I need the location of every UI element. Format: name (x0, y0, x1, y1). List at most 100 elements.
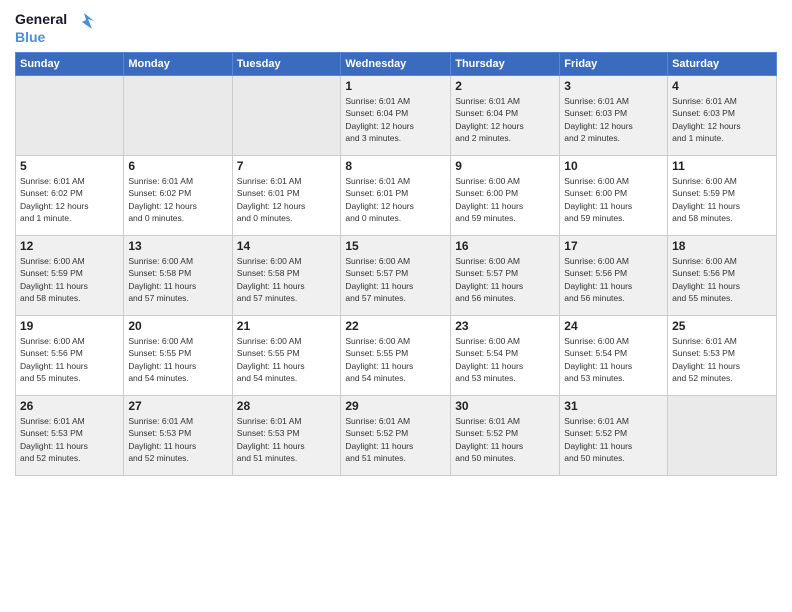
calendar-day-3: 3 Sunrise: 6:01 AM Sunset: 6:03 PM Daylig… (560, 75, 668, 155)
day-info: Sunrise: 6:00 AM Sunset: 5:55 PM Dayligh… (237, 335, 337, 384)
calendar-day-15: 15Sunrise: 6:00 AM Sunset: 5:57 PM Dayli… (341, 235, 451, 315)
calendar-day-18: 18 Sunrise: 6:00 AM Sunset: 5:56 PM Dayli… (668, 235, 777, 315)
calendar-day-21: 21 Sunrise: 6:00 AM Sunset: 5:55 PM Dayli… (232, 315, 341, 395)
header: General Blue (15, 10, 777, 46)
day-info: Sunrise: 6:01 AM Sunset: 6:01 PM Dayligh… (237, 175, 337, 224)
calendar-day-31: 31 Sunrise: 6:01 AM Sunset: 5:52 PM Dayli… (560, 395, 668, 475)
logo: General Blue (15, 10, 94, 46)
day-number: 27 (128, 399, 227, 413)
weekday-header-thursday: Thursday (451, 52, 560, 75)
weekday-header-sunday: Sunday (16, 52, 124, 75)
calendar-week-row: 19 Sunrise: 6:00 AM Sunset: 5:56 PM Dayli… (16, 315, 777, 395)
day-number: 18 (672, 239, 772, 253)
calendar-day-23: 23 Sunrise: 6:00 AM Sunset: 5:54 PM Dayli… (451, 315, 560, 395)
day-number: 9 (455, 159, 555, 173)
day-info: Sunrise: 6:00 AM Sunset: 5:56 PM Dayligh… (20, 335, 119, 384)
day-number: 31 (564, 399, 663, 413)
calendar-day-16: 16 Sunrise: 6:00 AM Sunset: 5:57 PM Dayli… (451, 235, 560, 315)
weekday-header-wednesday: Wednesday (341, 52, 451, 75)
day-number: 21 (237, 319, 337, 333)
day-info: Sunrise: 6:00 AM Sunset: 5:55 PM Dayligh… (345, 335, 446, 384)
weekday-header-row: SundayMondayTuesdayWednesdayThursdayFrid… (16, 52, 777, 75)
day-number: 1 (345, 79, 446, 93)
day-number: 5 (20, 159, 119, 173)
day-info: Sunrise: 6:01 AM Sunset: 6:04 PM Dayligh… (455, 95, 555, 144)
day-info: Sunrise: 6:01 AM Sunset: 5:53 PM Dayligh… (20, 415, 119, 464)
day-number: 20 (128, 319, 227, 333)
calendar-day-25: 25 Sunrise: 6:01 AM Sunset: 5:53 PM Dayli… (668, 315, 777, 395)
calendar-day-30: 30 Sunrise: 6:01 AM Sunset: 5:52 PM Dayli… (451, 395, 560, 475)
calendar-day-10: 10 Sunrise: 6:00 AM Sunset: 6:00 PM Dayli… (560, 155, 668, 235)
day-number: 24 (564, 319, 663, 333)
day-info: Sunrise: 6:00 AM Sunset: 6:00 PM Dayligh… (564, 175, 663, 224)
calendar-day-22: 22Sunrise: 6:00 AM Sunset: 5:55 PM Dayli… (341, 315, 451, 395)
day-number: 16 (455, 239, 555, 253)
day-number: 10 (564, 159, 663, 173)
day-number: 19 (20, 319, 119, 333)
day-number: 30 (455, 399, 555, 413)
day-number: 4 (672, 79, 772, 93)
day-info: Sunrise: 6:00 AM Sunset: 5:56 PM Dayligh… (672, 255, 772, 304)
day-info: Sunrise: 6:00 AM Sunset: 5:57 PM Dayligh… (455, 255, 555, 304)
day-info: Sunrise: 6:01 AM Sunset: 5:53 PM Dayligh… (237, 415, 337, 464)
day-info: Sunrise: 6:01 AM Sunset: 5:52 PM Dayligh… (455, 415, 555, 464)
calendar-day-empty (232, 75, 341, 155)
day-info: Sunrise: 6:00 AM Sunset: 5:58 PM Dayligh… (237, 255, 337, 304)
day-info: Sunrise: 6:00 AM Sunset: 5:56 PM Dayligh… (564, 255, 663, 304)
day-number: 12 (20, 239, 119, 253)
calendar-day-empty (124, 75, 232, 155)
day-number: 29 (345, 399, 446, 413)
weekday-header-saturday: Saturday (668, 52, 777, 75)
logo-container: General Blue (15, 10, 94, 46)
weekday-header-monday: Monday (124, 52, 232, 75)
calendar-day-28: 28 Sunrise: 6:01 AM Sunset: 5:53 PM Dayli… (232, 395, 341, 475)
calendar-day-7: 7 Sunrise: 6:01 AM Sunset: 6:01 PM Daylig… (232, 155, 341, 235)
logo-row: General (15, 10, 94, 29)
calendar-week-row: 26 Sunrise: 6:01 AM Sunset: 5:53 PM Dayli… (16, 395, 777, 475)
day-number: 25 (672, 319, 772, 333)
day-number: 8 (345, 159, 446, 173)
day-number: 6 (128, 159, 227, 173)
calendar-week-row: 5 Sunrise: 6:01 AM Sunset: 6:02 PM Daylig… (16, 155, 777, 235)
calendar-day-26: 26 Sunrise: 6:01 AM Sunset: 5:53 PM Dayli… (16, 395, 124, 475)
day-info: Sunrise: 6:01 AM Sunset: 5:53 PM Dayligh… (672, 335, 772, 384)
logo-bird-icon (74, 11, 94, 29)
calendar-day-17: 17Sunrise: 6:00 AM Sunset: 5:56 PM Dayli… (560, 235, 668, 315)
day-info: Sunrise: 6:01 AM Sunset: 5:52 PM Dayligh… (564, 415, 663, 464)
day-number: 11 (672, 159, 772, 173)
day-number: 28 (237, 399, 337, 413)
logo-blue-text: Blue (15, 29, 45, 46)
day-number: 26 (20, 399, 119, 413)
weekday-header-tuesday: Tuesday (232, 52, 341, 75)
calendar-day-2: 2Sunrise: 6:01 AM Sunset: 6:04 PM Daylig… (451, 75, 560, 155)
day-number: 7 (237, 159, 337, 173)
page: General Blue SundayMondayTuesdayWednesda… (0, 0, 792, 612)
calendar-day-19: 19 Sunrise: 6:00 AM Sunset: 5:56 PM Dayli… (16, 315, 124, 395)
day-number: 3 (564, 79, 663, 93)
day-number: 23 (455, 319, 555, 333)
day-info: Sunrise: 6:00 AM Sunset: 6:00 PM Dayligh… (455, 175, 555, 224)
calendar-day-5: 5 Sunrise: 6:01 AM Sunset: 6:02 PM Daylig… (16, 155, 124, 235)
day-info: Sunrise: 6:00 AM Sunset: 5:55 PM Dayligh… (128, 335, 227, 384)
calendar-day-4: 4Sunrise: 6:01 AM Sunset: 6:03 PM Daylig… (668, 75, 777, 155)
day-info: Sunrise: 6:00 AM Sunset: 5:54 PM Dayligh… (455, 335, 555, 384)
calendar-week-row: 12Sunrise: 6:00 AM Sunset: 5:59 PM Dayli… (16, 235, 777, 315)
day-info: Sunrise: 6:00 AM Sunset: 5:54 PM Dayligh… (564, 335, 663, 384)
calendar-day-27: 27Sunrise: 6:01 AM Sunset: 5:53 PM Dayli… (124, 395, 232, 475)
calendar-day-9: 9 Sunrise: 6:00 AM Sunset: 6:00 PM Daylig… (451, 155, 560, 235)
calendar-day-1: 1Sunrise: 6:01 AM Sunset: 6:04 PM Daylig… (341, 75, 451, 155)
day-info: Sunrise: 6:01 AM Sunset: 6:02 PM Dayligh… (128, 175, 227, 224)
calendar-day-24: 24 Sunrise: 6:00 AM Sunset: 5:54 PM Dayli… (560, 315, 668, 395)
day-info: Sunrise: 6:01 AM Sunset: 6:02 PM Dayligh… (20, 175, 119, 224)
calendar-day-12: 12Sunrise: 6:00 AM Sunset: 5:59 PM Dayli… (16, 235, 124, 315)
day-info: Sunrise: 6:00 AM Sunset: 5:58 PM Dayligh… (128, 255, 227, 304)
logo-general-text: General (15, 11, 67, 27)
calendar-table: SundayMondayTuesdayWednesdayThursdayFrid… (15, 52, 777, 476)
calendar-day-14: 14Sunrise: 6:00 AM Sunset: 5:58 PM Dayli… (232, 235, 341, 315)
day-info: Sunrise: 6:00 AM Sunset: 5:59 PM Dayligh… (672, 175, 772, 224)
calendar-week-row: 1 Sunrise: 6:01 AM Sunset: 6:04 PM Daylig… (16, 75, 777, 155)
logo-text-block: General (15, 10, 94, 29)
calendar-day-empty (668, 395, 777, 475)
day-info: Sunrise: 6:01 AM Sunset: 6:03 PM Dayligh… (564, 95, 663, 144)
calendar-day-20: 20 Sunrise: 6:00 AM Sunset: 5:55 PM Dayli… (124, 315, 232, 395)
